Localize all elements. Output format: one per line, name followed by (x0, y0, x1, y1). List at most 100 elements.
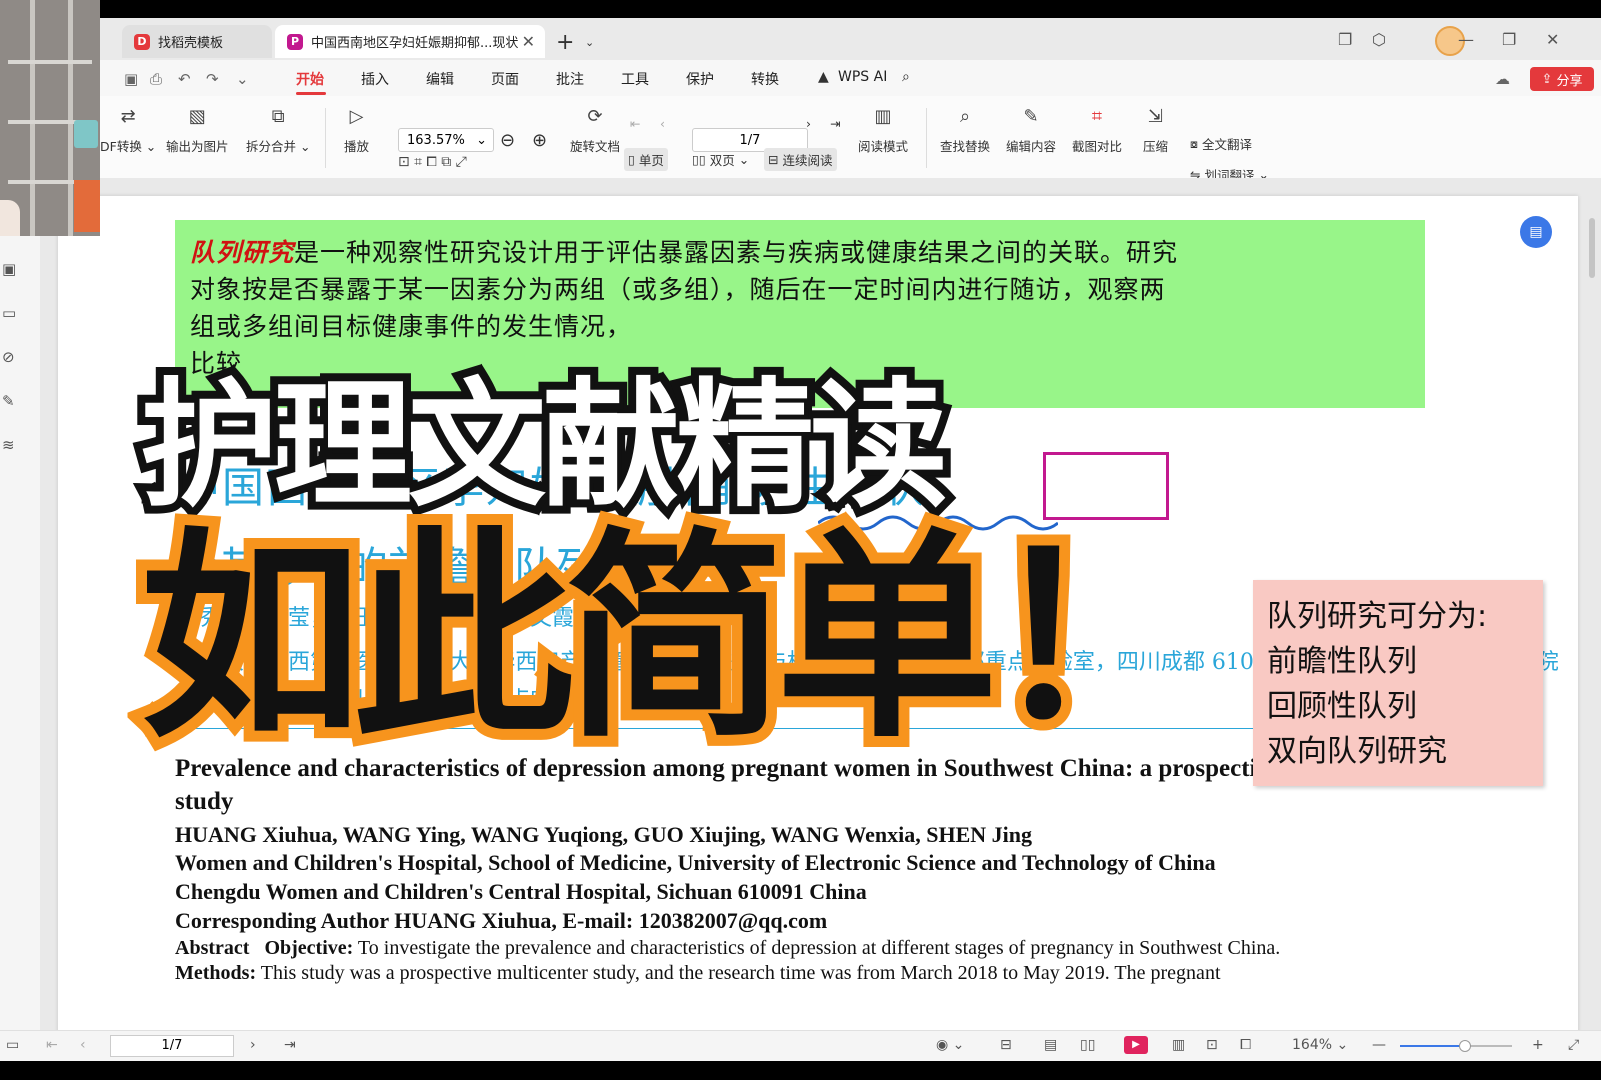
continuous-view-icon[interactable]: ⊟ (1000, 1037, 1012, 1053)
menu-protect[interactable]: 保护 (686, 69, 714, 89)
first-page-icon[interactable]: ⇤ (630, 116, 640, 131)
tool-label: 双页 (709, 153, 735, 168)
share-icon: ⇪ (1541, 71, 1553, 87)
last-page-icon[interactable]: ⇥ (830, 116, 840, 131)
menu-home[interactable]: 开始 (296, 69, 324, 89)
chevron-down-icon[interactable]: ⌄ (236, 70, 249, 88)
read-mode-button[interactable]: ▥ 阅读模式 (858, 106, 908, 155)
thumbnail-icon[interactable]: ▣ (2, 260, 16, 278)
vertical-scrollbar[interactable] (1589, 218, 1595, 278)
zoom-value: 163.57% (407, 133, 465, 148)
split-merge-button[interactable]: ⧉ 拆分合并 ⌄ (246, 106, 310, 155)
comment-icon[interactable]: ▭ (2, 304, 16, 322)
sidebar-toggle-icon[interactable]: ▭ (6, 1037, 19, 1053)
objective-text: To investigate the prevalence and charac… (353, 937, 1281, 959)
next-page-icon[interactable]: › (806, 116, 811, 131)
menu-page[interactable]: 页面 (491, 69, 519, 89)
menu-convert[interactable]: 转换 (751, 69, 779, 89)
single-page-icon[interactable]: ▤ (1044, 1037, 1057, 1053)
tool-label: DF转换 (100, 139, 142, 154)
share-label: 分享 (1556, 73, 1583, 89)
tool-label: 连续阅读 (782, 153, 833, 168)
sticky-note[interactable]: 队列研究可分为: 前瞻性队列 回顾性队列 双向队列研究 (1253, 580, 1543, 786)
tab-docer-templates[interactable]: D 找稻壳模板 (122, 25, 272, 58)
first-page-icon[interactable]: ⇤ (46, 1037, 58, 1053)
next-page-icon[interactable]: › (250, 1037, 256, 1053)
close-window-icon[interactable]: ✕ (1546, 30, 1559, 49)
fit-page-icon[interactable]: ⊡ (1206, 1037, 1218, 1053)
book-icon: ▥ (874, 106, 892, 127)
chevron-down-icon[interactable]: ⌄ (585, 36, 594, 49)
export-image-button[interactable]: ▧ 输出为图片 (166, 106, 229, 155)
tab-current-pdf[interactable]: P 中国西南地区孕妇妊娠期抑郁...现状 ✕ (275, 25, 545, 58)
page-number-input[interactable]: 1/7 (110, 1035, 234, 1057)
assistant-icon: ▤ (1529, 224, 1543, 240)
en-affiliation: Women and Children's Hospital, School of… (175, 850, 1216, 875)
single-page-button[interactable]: ▯ 单页 (624, 148, 668, 171)
compress-button[interactable]: ⇲ 压缩 (1143, 106, 1168, 155)
pdf-convert-button[interactable]: ⇄ DF转换 ⌄ (100, 106, 156, 155)
en-authors: HUANG Xiuhua, WANG Ying, WANG Yuqiong, G… (175, 822, 1033, 847)
menu-comment[interactable]: 批注 (556, 69, 584, 89)
restore-icon[interactable]: ❐ (1502, 30, 1516, 49)
zoom-in-icon[interactable]: + (1532, 1037, 1544, 1053)
fit-actual-icon[interactable]: ⊡ ⌗ ⧠ ⧉ ⤢ (398, 154, 467, 170)
play-icon: ▷ (349, 106, 364, 127)
eye-icon[interactable]: ◉ ⌄ (936, 1037, 964, 1053)
menu-insert[interactable]: 插入 (361, 69, 389, 89)
play-icon[interactable]: ▶ (1124, 1036, 1148, 1054)
fullscreen-icon[interactable]: ⤢ (1568, 1037, 1579, 1053)
play-button[interactable]: ▷ 播放 (344, 106, 369, 155)
redo-icon[interactable]: ↷ (206, 70, 219, 88)
prev-page-icon[interactable]: ‹ (660, 116, 665, 131)
undo-icon[interactable]: ↶ (178, 70, 191, 88)
cube-icon[interactable]: ⬡ (1372, 30, 1386, 49)
attachment-icon[interactable]: ⊘ (2, 348, 15, 366)
double-page-button[interactable]: ▯▯ 双页 ⌄ (692, 150, 749, 169)
zoom-in-icon[interactable]: ⊕ (532, 130, 547, 151)
shelf (8, 60, 92, 64)
zoom-slider-knob[interactable] (1459, 1040, 1471, 1052)
layers-icon[interactable]: ≋ (2, 436, 15, 454)
search-icon[interactable]: ⌕ (902, 69, 910, 85)
continuous-read-button[interactable]: ⊟ 连续阅读 (764, 148, 837, 171)
zoom-select[interactable]: 163.57% ⌄ (398, 128, 494, 152)
prev-page-icon[interactable]: ‹ (80, 1037, 86, 1053)
screenshot-compare-button[interactable]: ⌗ 截图对比 (1072, 106, 1122, 155)
tool-label: 编辑内容 (1006, 139, 1057, 154)
minimize-icon[interactable]: — (1458, 30, 1474, 49)
tool-label: 输出为图片 (166, 139, 229, 154)
pdf-icon: P (287, 33, 303, 50)
share-button[interactable]: ⇪ 分享 (1530, 67, 1594, 91)
window-layout-icon[interactable]: ❐ (1338, 30, 1352, 49)
cloud-sync-icon[interactable]: ☁ (1495, 70, 1510, 88)
last-page-icon[interactable]: ⇥ (284, 1037, 296, 1053)
double-page-icon[interactable]: ▯▯ (1080, 1037, 1095, 1053)
zoom-select[interactable]: 164% ⌄ (1292, 1037, 1348, 1053)
toolbar: ⇄ DF转换 ⌄ ▧ 输出为图片 ⧉ 拆分合并 ⌄ ▷ 播放 163.57% ⌄… (100, 96, 1601, 183)
new-tab-button[interactable]: + (556, 30, 574, 55)
wps-pdf-window: D 找稻壳模板 P 中国西南地区孕妇妊娠期抑郁...现状 ✕ + ⌄ ❐ ⬡ —… (0, 18, 1601, 1061)
zoom-out-icon[interactable]: — (1372, 1037, 1386, 1053)
edit-content-button[interactable]: ✎ 编辑内容 (1006, 106, 1056, 155)
actual-size-icon[interactable]: ⧠ (1240, 1037, 1251, 1053)
page-value: 1/7 (739, 133, 761, 148)
menu-tools[interactable]: 工具 (621, 69, 649, 89)
rotate-document-button[interactable]: ⟳ 旋转文档 (570, 106, 620, 155)
signature-icon[interactable]: ✎ (2, 392, 15, 410)
search-icon: ⌕ (959, 106, 971, 127)
tool-label: 旋转文档 (570, 139, 621, 154)
floating-assistant-button[interactable]: ▤ (1520, 216, 1552, 248)
find-replace-button[interactable]: ⌕ 查找替换 (940, 106, 990, 155)
menu-wps-ai[interactable]: WPS AI (838, 69, 887, 85)
full-translate-button[interactable]: ⧇ 全文翻译 (1190, 134, 1252, 153)
save-icon[interactable]: ▣ (124, 70, 138, 88)
close-icon[interactable]: ✕ (522, 32, 535, 51)
menu-edit[interactable]: 编辑 (426, 69, 454, 89)
tool-label: 阅读模式 (858, 139, 909, 154)
single-page-icon: ▯ (628, 152, 635, 167)
zoom-out-icon[interactable]: ⊖ (500, 130, 515, 151)
print-icon[interactable]: ⎙ (150, 70, 162, 88)
divider (926, 108, 927, 168)
fit-width-icon[interactable]: ▥ (1172, 1037, 1185, 1053)
